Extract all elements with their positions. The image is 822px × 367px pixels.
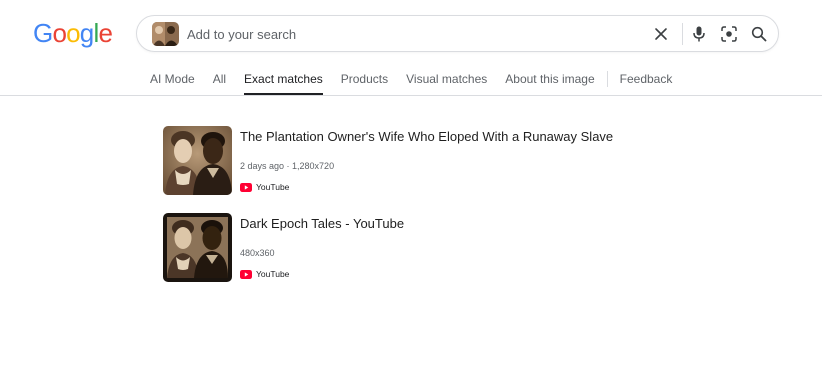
close-icon[interactable] <box>651 24 671 44</box>
tab-all[interactable]: All <box>213 64 226 94</box>
tab-about-this-image[interactable]: About this image <box>505 64 594 94</box>
youtube-icon <box>240 182 252 192</box>
tab-feedback[interactable]: Feedback <box>620 64 673 94</box>
result-title[interactable]: The Plantation Owner's Wife Who Eloped W… <box>240 129 613 144</box>
search-input[interactable] <box>187 22 627 46</box>
result-source-name: YouTube <box>256 182 290 192</box>
result-title[interactable]: Dark Epoch Tales - YouTube <box>240 216 404 231</box>
search-bar <box>136 15 779 52</box>
tab-visual-matches[interactable]: Visual matches <box>406 64 487 94</box>
search-tabs: AI Mode All Exact matches Products Visua… <box>150 64 690 96</box>
search-icon[interactable] <box>749 24 769 44</box>
logo-letter: g <box>79 18 94 48</box>
search-divider <box>682 23 683 45</box>
tabs-divider <box>0 95 822 96</box>
search-image-thumbnail[interactable] <box>152 22 179 46</box>
tab-separator <box>606 71 608 87</box>
logo-letter: o <box>52 18 67 48</box>
youtube-icon <box>240 269 252 279</box>
result-meta: 480x360 <box>240 248 275 258</box>
tab-ai-mode[interactable]: AI Mode <box>150 64 195 94</box>
logo-letter: G <box>33 18 53 48</box>
tab-products[interactable]: Products <box>341 64 388 94</box>
result-source[interactable]: YouTube <box>240 268 289 280</box>
result-source[interactable]: YouTube <box>240 181 289 193</box>
lens-icon[interactable] <box>719 24 739 44</box>
result-thumbnail[interactable] <box>163 213 232 282</box>
logo-letter: e <box>98 18 113 48</box>
result-source-name: YouTube <box>256 269 290 279</box>
result-thumbnail[interactable] <box>163 126 232 195</box>
tab-exact-matches[interactable]: Exact matches <box>244 64 323 95</box>
google-logo[interactable]: G o o g l e <box>33 18 113 48</box>
microphone-icon[interactable] <box>689 24 709 44</box>
result-meta: 2 days ago · 1,280x720 <box>240 161 335 171</box>
logo-letter: o <box>66 18 80 48</box>
